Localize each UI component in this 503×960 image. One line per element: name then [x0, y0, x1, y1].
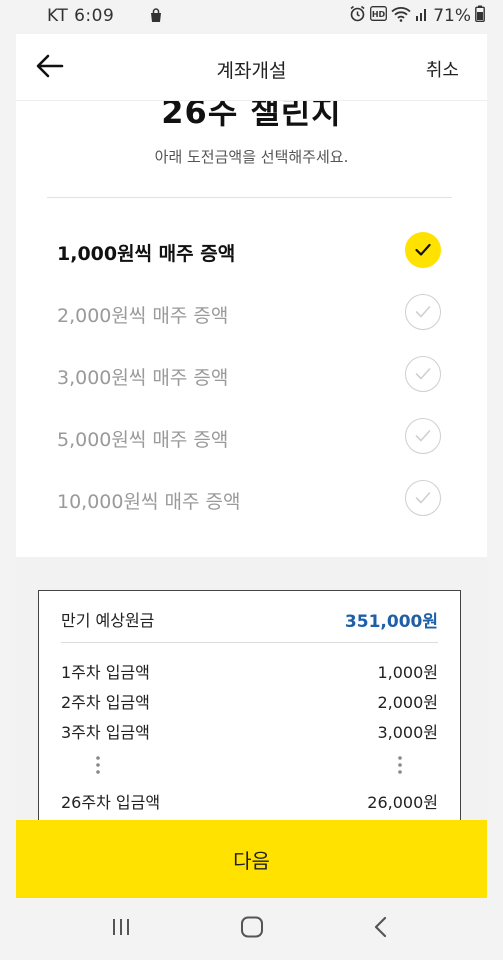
total-row: 만기 예상원금 351,000원 [61, 607, 438, 632]
ellipsis-vertical-icon [397, 755, 403, 775]
status-bar: KT 6:09 HD 71% [0, 0, 503, 34]
wifi-icon [391, 6, 411, 27]
ellipsis-vertical-icon [95, 755, 101, 775]
hd-icon: HD [370, 6, 388, 26]
option-label: 3,000원씩 매주 증액 [57, 367, 229, 389]
deposit-value: 2,000원 [377, 693, 438, 712]
subtitle: 아래 도전금액을 선택해주세요. [154, 148, 349, 166]
home-icon[interactable] [240, 916, 264, 942]
deposit-label: 2주차 입금액 [61, 693, 150, 712]
total-value: 351,000원 [344, 612, 438, 632]
deposit-row: 26주차 입금액 26,000원 [61, 789, 438, 813]
option-label: 2,000원씩 매주 증액 [57, 305, 229, 327]
battery-icon [475, 5, 485, 27]
next-button[interactable]: 다음 [16, 820, 487, 898]
challenge-title: 26주 챌린지 [161, 101, 342, 131]
battery-percent: 71% [433, 6, 471, 26]
deposit-label: 26주차 입금액 [61, 793, 161, 812]
option-label: 5,000원씩 매주 증액 [57, 429, 229, 451]
recent-apps-icon[interactable] [110, 916, 132, 942]
deposit-row: 3주차 입금액 3,000원 [61, 719, 438, 743]
deposit-row: 1주차 입금액 1,000원 [61, 659, 438, 683]
deposit-label: 3주차 입금액 [61, 723, 150, 742]
carrier-time: KT 6:09 [47, 6, 115, 26]
signal-icon [415, 6, 429, 26]
page-title: 계좌개설 [216, 60, 287, 82]
summary-box: 만기 예상원금 351,000원 1주차 입금액 1,000원 2주차 입금액 … [38, 590, 461, 830]
svg-text:HD: HD [372, 10, 386, 19]
deposit-value: 1,000원 [377, 663, 438, 682]
check-icon[interactable] [405, 480, 441, 516]
check-icon[interactable] [405, 294, 441, 330]
option-item[interactable]: 5,000원씩 매주 증액 [16, 407, 487, 469]
option-item[interactable]: 1,000원씩 매주 증액 [16, 221, 487, 283]
side-gutter-right [487, 34, 503, 960]
alarm-icon [349, 5, 366, 27]
option-item[interactable]: 3,000원씩 매주 증액 [16, 345, 487, 407]
option-panel: 26주 챌린지 아래 도전금액을 선택해주세요. 1,000원씩 매주 증액 2… [16, 101, 487, 557]
deposit-row: 2주차 입금액 2,000원 [61, 689, 438, 713]
side-gutter-left [0, 34, 16, 960]
shopping-bag-icon [148, 8, 164, 29]
option-label: 10,000원씩 매주 증액 [57, 491, 241, 513]
cancel-button[interactable]: 취소 [426, 56, 459, 82]
deposit-value: 26,000원 [367, 793, 438, 812]
check-icon[interactable] [405, 232, 441, 268]
check-icon[interactable] [405, 418, 441, 454]
divider [47, 197, 452, 198]
option-label: 1,000원씩 매주 증액 [57, 243, 236, 265]
summary-divider [61, 642, 438, 643]
back-icon[interactable] [372, 916, 390, 942]
total-label: 만기 예상원금 [61, 611, 155, 630]
deposit-label: 1주차 입금액 [61, 663, 150, 682]
option-item[interactable]: 10,000원씩 매주 증액 [16, 469, 487, 531]
deposit-value: 3,000원 [377, 723, 438, 742]
option-item[interactable]: 2,000원씩 매주 증액 [16, 283, 487, 345]
app-bar: 계좌개설 취소 [16, 34, 487, 101]
check-icon[interactable] [405, 356, 441, 392]
system-nav-bar [0, 898, 503, 960]
